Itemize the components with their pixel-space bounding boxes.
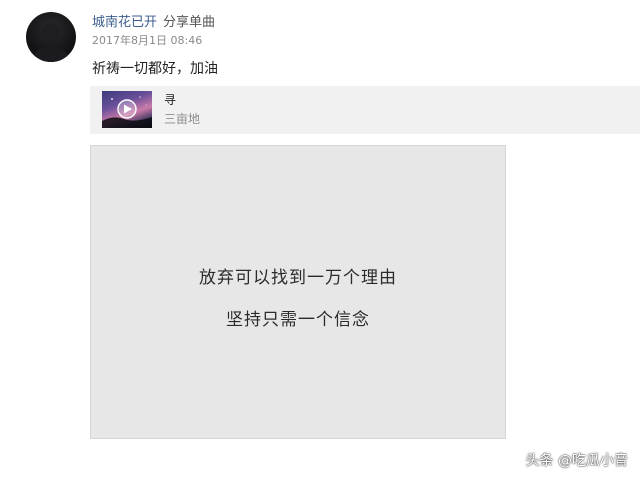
share-action-label: 分享单曲: [163, 15, 216, 30]
post-timestamp: 2017年8月1日 08:46: [92, 34, 203, 47]
post-text: 祈祷一切都好，加油: [92, 61, 218, 77]
quote-line-2: 坚持只需一个信念: [226, 310, 370, 330]
shared-music-card[interactable]: 寻 三亩地: [90, 86, 640, 134]
quote-line-1: 放弃可以找到一万个理由: [199, 268, 397, 288]
quote-image[interactable]: 放弃可以找到一万个理由 坚持只需一个信念: [90, 145, 506, 439]
song-title[interactable]: 寻: [164, 93, 176, 107]
post-header: 城南花已开 分享单曲: [92, 15, 215, 31]
username-link[interactable]: 城南花已开: [92, 15, 157, 30]
play-icon[interactable]: [117, 99, 137, 119]
song-artist: 三亩地: [164, 112, 201, 126]
album-cover[interactable]: [102, 91, 152, 128]
user-avatar[interactable]: [26, 12, 76, 62]
watermark: 头条 @吃瓜小音: [525, 453, 628, 469]
avatar-silhouette-icon: [34, 23, 68, 62]
